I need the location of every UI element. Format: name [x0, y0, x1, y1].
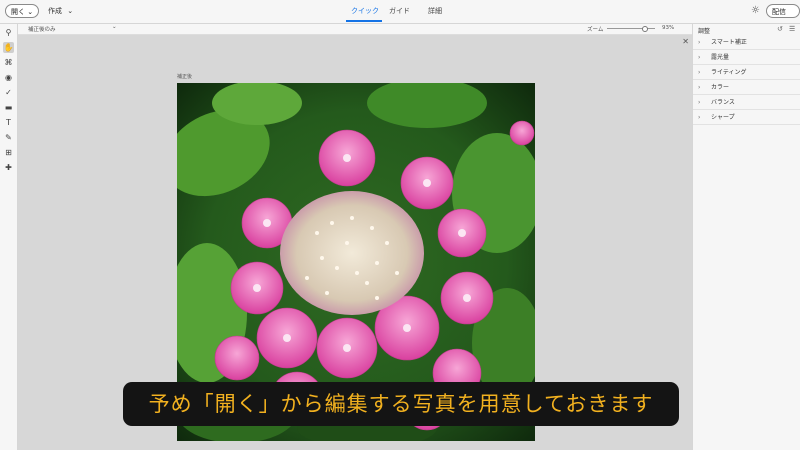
zoom-value: 93%: [662, 25, 675, 31]
tab-guided[interactable]: ガイド: [389, 6, 410, 16]
panel-item-balance[interactable]: › バランス: [693, 95, 800, 110]
create-menu-label: 作成: [48, 7, 62, 15]
zoom-tool-icon[interactable]: ⚲: [3, 27, 14, 38]
zoom-slider-thumb[interactable]: [642, 26, 649, 32]
panel-item-exposure[interactable]: › 露光量: [693, 50, 800, 65]
top-bar: 開く ⌄ 作成 ⌄ クイック ガイド 詳細 ☼ 配信 ⌄: [0, 0, 800, 30]
view-options-bar: 補正後のみ ⌄ ズーム 93%: [18, 24, 692, 35]
straighten-tool-icon[interactable]: ▬: [3, 102, 14, 113]
panel-item-lighting[interactable]: › ライティング: [693, 65, 800, 80]
active-tab-indicator: [346, 20, 382, 22]
crop-tool-icon[interactable]: ⊞: [3, 147, 14, 158]
hand-tool-icon[interactable]: ✋: [3, 42, 14, 53]
panel-item-smart-fix[interactable]: › スマート補正: [693, 35, 800, 50]
chevron-right-icon: ›: [698, 39, 701, 46]
image-label: 補正後: [177, 74, 193, 80]
chevron-right-icon: ›: [698, 114, 701, 121]
close-icon[interactable]: ✕: [682, 37, 689, 46]
chevron-right-icon: ›: [698, 69, 701, 76]
open-button[interactable]: 開く ⌄: [5, 4, 40, 18]
whiten-teeth-tool-icon[interactable]: ✓: [3, 87, 14, 98]
red-eye-tool-icon[interactable]: ◉: [3, 72, 14, 83]
panel-item-label: 露光量: [711, 54, 730, 61]
panel-item-sharpen[interactable]: › シャープ: [693, 110, 800, 125]
panel-title: 調整: [698, 28, 711, 35]
chevron-down-icon: ⌄: [67, 7, 74, 15]
panel-item-color[interactable]: › カラー: [693, 80, 800, 95]
zoom-slider-track[interactable]: [607, 26, 655, 32]
chevron-right-icon: ›: [698, 84, 701, 91]
menu-icon[interactable]: ☰: [789, 25, 795, 33]
chevron-down-icon[interactable]: ⌄: [112, 24, 117, 30]
share-button-label: 配信: [772, 8, 786, 16]
brightness-icon[interactable]: ☼: [751, 5, 760, 17]
panel-item-label: スマート補正: [711, 39, 747, 46]
quick-selection-tool-icon[interactable]: ⌘: [3, 57, 14, 68]
panel-item-label: ライティング: [711, 69, 747, 76]
undo-icon[interactable]: ↺: [777, 25, 783, 33]
spot-healing-tool-icon[interactable]: ✎: [3, 132, 14, 143]
chevron-right-icon: ›: [698, 99, 701, 106]
panel-item-label: バランス: [711, 99, 735, 106]
video-caption: 予め「開く」から編集する写真を用意しておきます: [123, 382, 679, 426]
tool-bar: ⚲ ✋ ⌘ ◉ ✓ ▬ T ✎ ⊞ ✚: [0, 24, 18, 450]
panel-item-label: シャープ: [711, 114, 735, 121]
share-button[interactable]: 配信 ⌄: [766, 4, 800, 30]
adjustments-panel: 調整 ↺ ☰ › スマート補正 › 露光量 › ライティング › カラー › バ…: [692, 24, 800, 450]
create-menu[interactable]: 作成 ⌄: [48, 6, 73, 16]
tab-quick[interactable]: クイック: [351, 6, 379, 16]
zoom-label: ズーム: [587, 27, 604, 33]
chevron-right-icon: ›: [698, 54, 701, 61]
panel-item-label: カラー: [711, 84, 730, 91]
open-button-label: 開く: [11, 8, 25, 16]
move-tool-icon[interactable]: ✚: [3, 162, 14, 173]
type-tool-icon[interactable]: T: [3, 117, 14, 128]
view-select[interactable]: 補正後のみ: [28, 25, 56, 33]
tab-expert[interactable]: 詳細: [428, 6, 442, 16]
chevron-down-icon: ⌄: [27, 8, 34, 16]
